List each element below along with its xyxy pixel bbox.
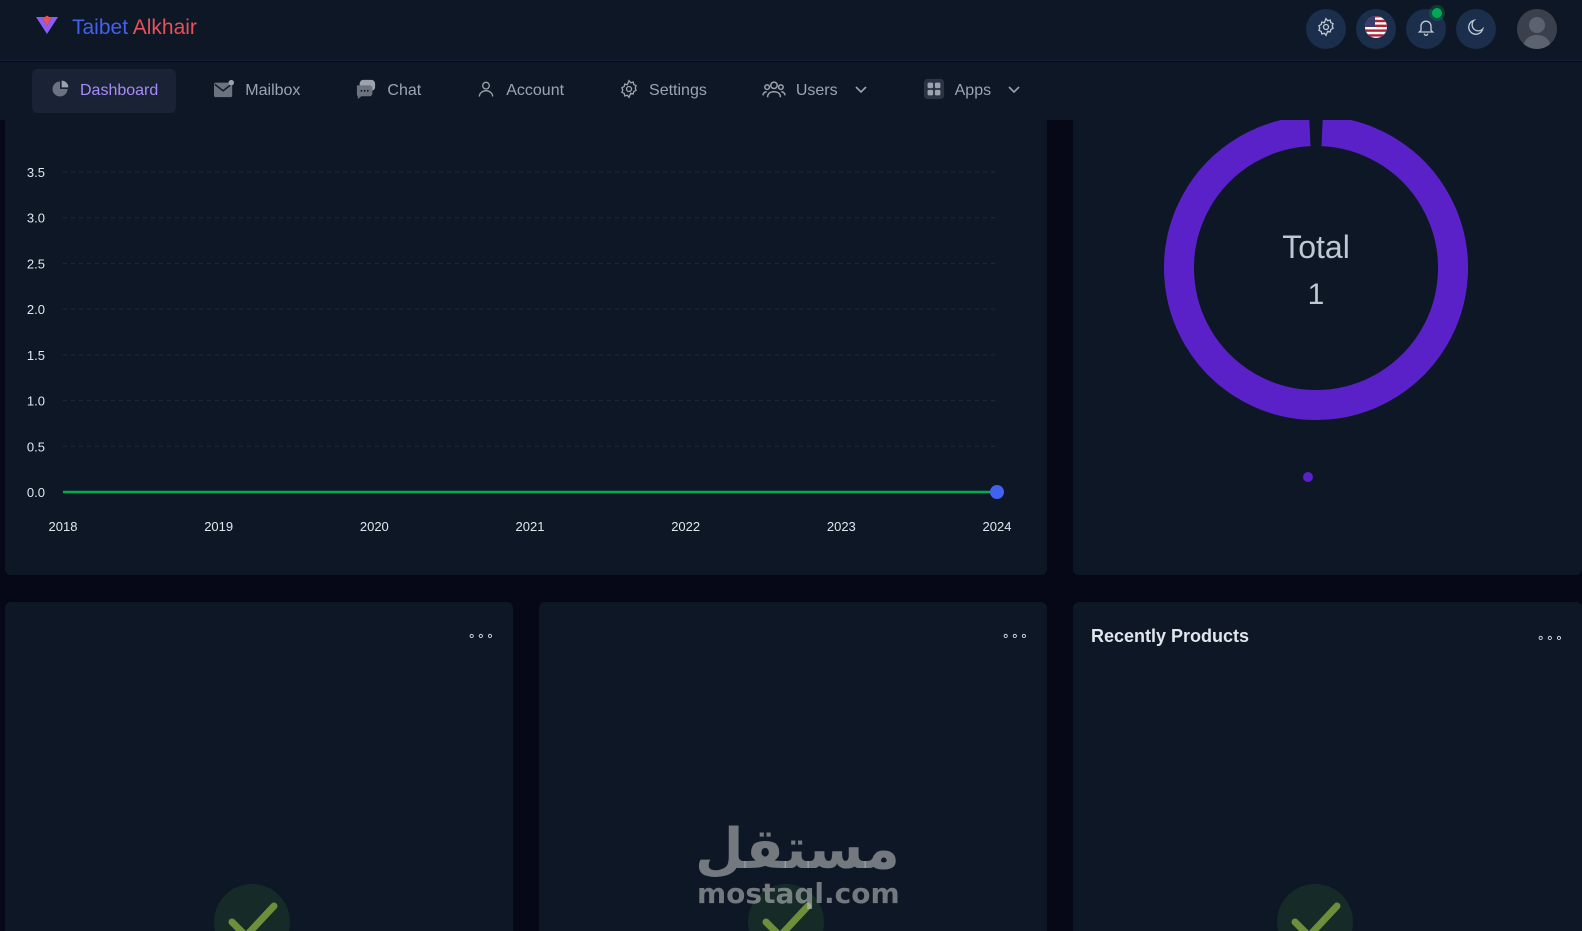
x-tick-label: 2023 xyxy=(827,519,856,534)
line-chart-panel: 0.0 0.5 1.0 1.5 2.0 2.5 3.0 3.5 2018 2019 2020 2021… xyxy=(5,120,1047,575)
x-tick-label: 2018 xyxy=(49,519,78,534)
x-tick-label: 2024 xyxy=(983,519,1012,534)
y-tick-label: 2.0 xyxy=(27,302,45,317)
y-tick-label: 3.5 xyxy=(27,165,45,180)
nav-settings[interactable]: Settings xyxy=(601,69,725,113)
main-navigation: Dashboard Mailbox Chat Account Settings … xyxy=(0,62,1582,120)
pie-chart-icon xyxy=(50,79,70,104)
nav-mailbox-label: Mailbox xyxy=(245,82,301,99)
nav-chat-label: Chat xyxy=(387,82,422,99)
chat-icon xyxy=(355,79,377,104)
language-button[interactable] xyxy=(1356,9,1396,49)
notifications-button[interactable] xyxy=(1406,8,1446,49)
logo-icon xyxy=(34,14,60,41)
nav-settings-label: Settings xyxy=(649,82,707,99)
x-tick-label: 2022 xyxy=(671,519,700,534)
nav-dashboard[interactable]: Dashboard xyxy=(32,69,177,113)
legend-marker xyxy=(1303,472,1313,482)
chevron-down-icon xyxy=(1007,82,1021,101)
donut-slice xyxy=(1164,120,1468,420)
line-chart: 0.0 0.5 1.0 1.5 2.0 2.5 3.0 3.5 2018 2019 2020 2021… xyxy=(27,165,1012,534)
top-header: Taibet Alkhair xyxy=(0,0,1582,61)
more-options-button[interactable]: ∘∘∘ xyxy=(1002,628,1029,644)
chevron-down-icon xyxy=(854,82,868,101)
nav-chat[interactable]: Chat xyxy=(337,69,439,113)
y-tick-label: 1.5 xyxy=(27,348,45,363)
widget-card: ∘∘∘ xyxy=(5,602,513,931)
brand-name-part2: Alkhair xyxy=(132,15,197,39)
more-options-button[interactable]: ∘∘∘ xyxy=(468,628,495,644)
brand-name-part1: Taibet xyxy=(72,15,129,39)
nav-dashboard-label: Dashboard xyxy=(80,82,159,99)
card-title: Recently Products xyxy=(1091,626,1250,646)
check-cloud-icon xyxy=(210,872,300,931)
donut-center-value: 1 xyxy=(1308,278,1325,311)
x-tick-label: 2021 xyxy=(516,519,545,534)
theme-toggle-button[interactable] xyxy=(1456,9,1496,49)
y-tick-label: 1.0 xyxy=(27,394,45,409)
check-cloud-icon xyxy=(1273,872,1363,931)
moon-icon xyxy=(1466,17,1486,42)
recent-products-card: Recently Products ∘∘∘ xyxy=(1073,602,1582,931)
nav-apps[interactable]: Apps xyxy=(905,69,1039,113)
bell-icon xyxy=(1416,17,1436,42)
apps-grid-icon xyxy=(923,78,945,105)
settings-button[interactable] xyxy=(1306,9,1346,49)
nav-users[interactable]: Users xyxy=(744,69,886,113)
y-tick-label: 3.0 xyxy=(27,211,45,226)
nav-users-label: Users xyxy=(795,82,838,99)
y-tick-label: 2.5 xyxy=(27,256,45,271)
donut-chart-panel: Total 1 xyxy=(1073,120,1582,575)
settings-icon xyxy=(1316,16,1336,42)
more-options-button[interactable]: ∘∘∘ xyxy=(1537,630,1564,646)
data-point xyxy=(990,485,1004,499)
mail-icon xyxy=(213,79,235,104)
y-tick-label: 0.5 xyxy=(27,439,45,454)
brand[interactable]: Taibet Alkhair xyxy=(34,14,197,41)
donut-chart: Total 1 xyxy=(1164,120,1468,482)
donut-center-label: Total xyxy=(1282,229,1350,265)
us-flag-icon xyxy=(1364,15,1388,44)
user-avatar[interactable] xyxy=(1517,9,1557,49)
user-icon xyxy=(476,78,496,105)
notification-indicator xyxy=(1432,8,1442,18)
x-tick-label: 2020 xyxy=(360,519,389,534)
nav-account[interactable]: Account xyxy=(458,69,582,113)
y-tick-label: 0.0 xyxy=(27,485,45,500)
watermark-latin: mostaql.com xyxy=(697,877,900,910)
watermark-arabic: مستقل xyxy=(695,817,900,882)
gear-icon xyxy=(619,78,639,104)
nav-account-label: Account xyxy=(506,82,565,99)
brand-name: Taibet Alkhair xyxy=(72,16,197,40)
x-tick-label: 2019 xyxy=(204,519,233,534)
nav-apps-label: Apps xyxy=(954,82,992,99)
users-icon xyxy=(762,78,786,105)
nav-mailbox[interactable]: Mailbox xyxy=(195,69,318,113)
